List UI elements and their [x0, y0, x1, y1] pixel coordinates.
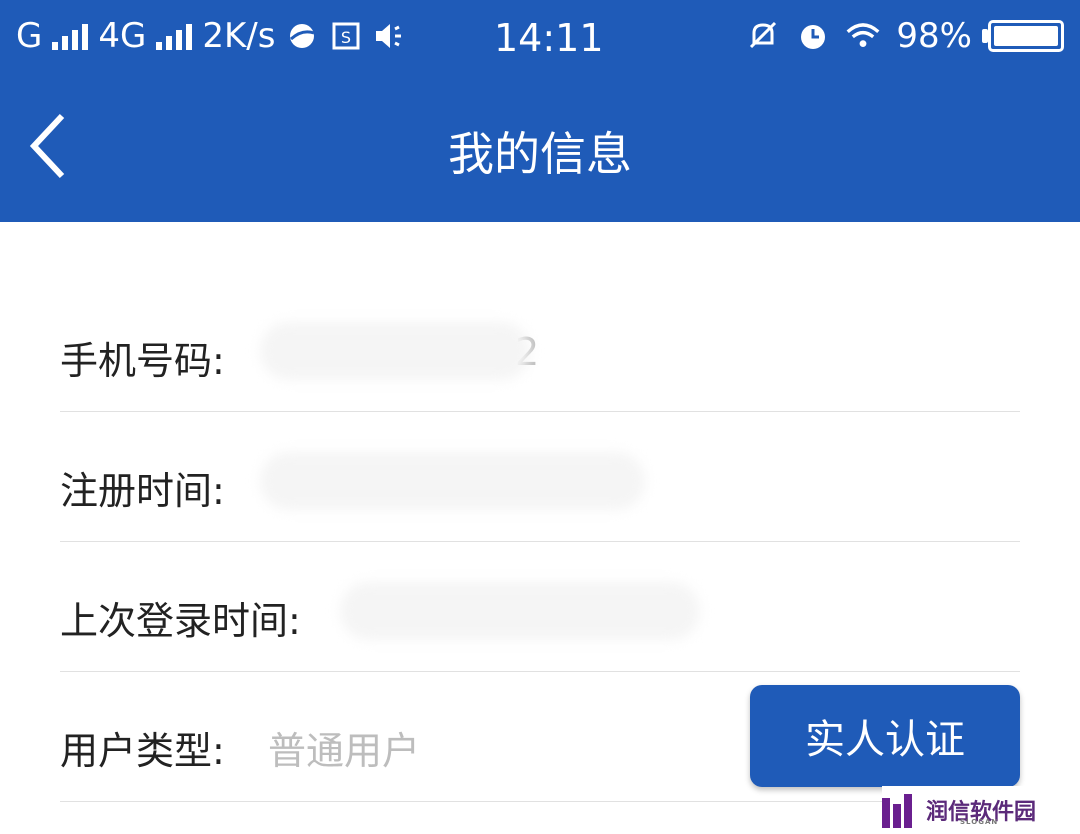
battery-icon: [982, 20, 1064, 52]
phone-label: 手机号码:: [60, 339, 225, 383]
wifi-icon: [846, 19, 880, 53]
signal-icon-2: [156, 22, 193, 50]
user-type-label: 用户类型:: [60, 729, 225, 773]
register-time-row: 注册时间:: [60, 412, 1020, 542]
last-login-row: 上次登录时间:: [60, 542, 1020, 672]
svg-text:S: S: [341, 28, 351, 47]
page-title: 我的信息: [448, 127, 632, 181]
status-bar: G 4G 2K/s S 14:11 98%: [0, 0, 1080, 76]
last-login-label: 上次登录时间:: [60, 599, 301, 643]
clock: 14:11: [494, 16, 604, 60]
watermark-logo-icon: [882, 792, 918, 828]
privacy-blur: [340, 582, 700, 640]
watermark: 润信软件园 SLOGAN: [882, 786, 1080, 834]
volume-icon: [373, 19, 407, 53]
verify-identity-button[interactable]: 实人认证: [750, 685, 1020, 787]
signal-icon: [52, 22, 89, 50]
data-speed: 2K/s: [202, 16, 276, 56]
privacy-blur: [260, 322, 530, 380]
network-label-1: G: [16, 16, 43, 56]
user-type-value: 普通用户: [268, 729, 421, 773]
divider: [60, 801, 1020, 802]
title-bar: 我的信息: [0, 76, 1080, 222]
browser-icon: [285, 19, 319, 53]
network-label-2: 4G: [98, 16, 147, 56]
watermark-slogan: SLOGAN: [960, 818, 999, 826]
battery-percent: 98%: [896, 16, 972, 56]
phone-row: 手机号码: 0753492: [60, 282, 1020, 412]
privacy-blur: [260, 452, 645, 510]
register-time-label: 注册时间:: [60, 469, 225, 513]
app-header: G 4G 2K/s S 14:11 98% 我的信息: [0, 0, 1080, 222]
s-app-icon: S: [329, 19, 363, 53]
alarm-icon: [796, 19, 830, 53]
bell-off-icon: [746, 19, 780, 53]
